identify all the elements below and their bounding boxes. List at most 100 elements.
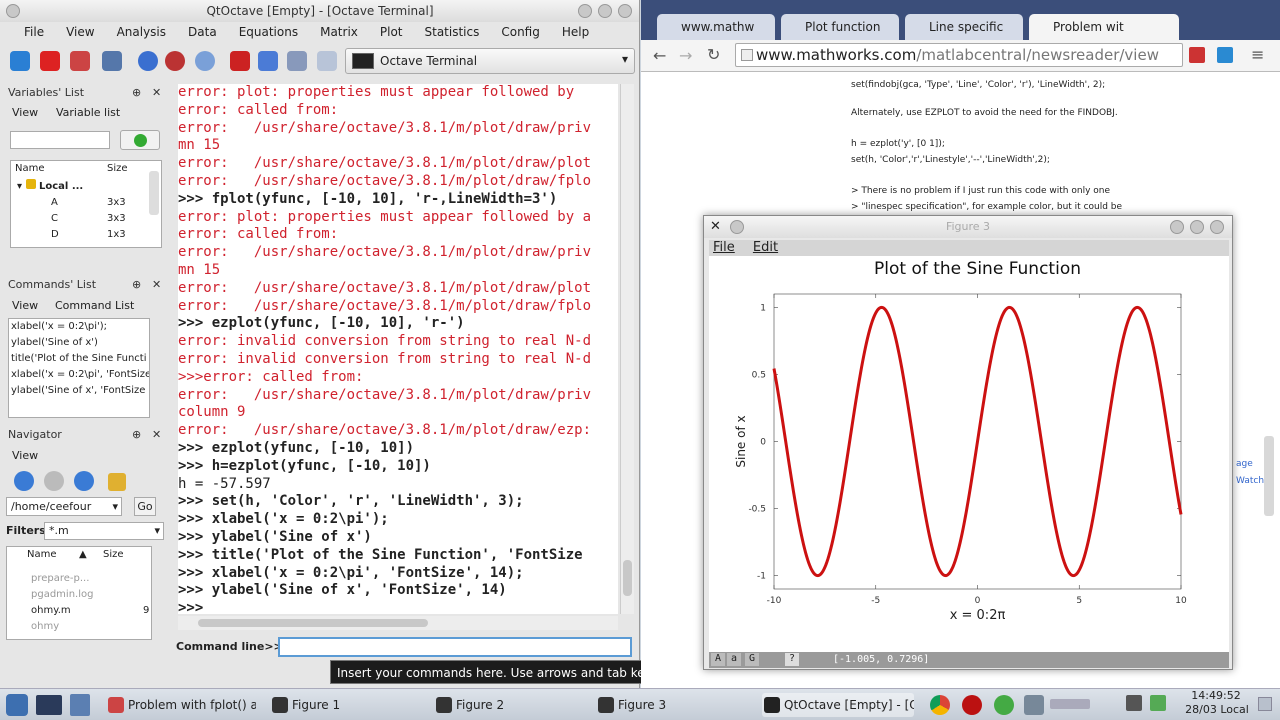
clock-time[interactable]: 14:49:52	[1186, 689, 1246, 702]
chrome-icon[interactable]	[930, 695, 950, 715]
variables-view-menu[interactable]: View	[12, 104, 38, 122]
file-item[interactable]: pgadmin.log	[31, 587, 93, 603]
forward-arrow-icon[interactable]: →	[679, 46, 692, 65]
stop-icon[interactable]	[40, 51, 60, 71]
up-icon[interactable]	[74, 471, 94, 491]
list-item[interactable]: ylabel('Sine of x', 'FontSize	[11, 383, 145, 399]
x11-icon[interactable]: ✕	[710, 219, 721, 234]
side-link[interactable]: age	[1236, 459, 1253, 469]
commands-list-menu[interactable]: Command List	[55, 297, 134, 315]
taskbar-item-figure1[interactable]: Figure 1	[270, 693, 420, 717]
table-icon[interactable]	[102, 51, 122, 71]
taskbar-item-octave[interactable]: QtOctave [Empty] - [Oc	[762, 693, 914, 717]
go-button[interactable]: Go	[134, 497, 156, 516]
tab-line-spec[interactable]: Line specific	[905, 14, 1023, 40]
menu-statistics[interactable]: Statistics	[414, 22, 491, 42]
clock-date[interactable]: 28/03 Local	[1182, 703, 1252, 716]
commands-view-menu[interactable]: View	[12, 297, 38, 315]
pin-icon[interactable]: ⊕	[132, 276, 141, 294]
taskbar-item-figure3[interactable]: Figure 3	[596, 693, 746, 717]
menu-plot[interactable]: Plot	[369, 22, 414, 42]
menu-analysis[interactable]: Analysis	[106, 22, 177, 42]
file-manager-icon[interactable]	[70, 694, 90, 716]
folder-icon[interactable]	[287, 51, 307, 71]
lifebuoy-icon[interactable]	[165, 51, 185, 71]
app-icon[interactable]	[994, 695, 1014, 715]
close-panel-icon[interactable]: ✕	[152, 426, 161, 444]
navigator-view-menu[interactable]: View	[12, 447, 38, 465]
menu-equations[interactable]: Equations	[228, 22, 309, 42]
side-link[interactable]: Watch	[1236, 476, 1264, 486]
clean-icon[interactable]	[108, 473, 126, 491]
file-item[interactable]: ohmy.m	[31, 603, 71, 619]
page-scrollbar[interactable]	[1264, 436, 1274, 516]
close-icon[interactable]	[618, 4, 632, 18]
document-icon[interactable]	[317, 51, 337, 71]
var-name[interactable]: A	[51, 195, 58, 211]
back-arrow-icon[interactable]: ←	[653, 46, 666, 65]
pin-window-icon[interactable]	[730, 220, 744, 234]
tray-icon[interactable]	[1024, 695, 1044, 715]
close-panel-icon[interactable]: ✕	[152, 84, 161, 102]
pin-icon[interactable]: ⊕	[132, 84, 141, 102]
variable-filter-input[interactable]	[10, 131, 110, 149]
tab-mathworks[interactable]: www.mathw	[657, 14, 775, 40]
menu-matrix[interactable]: Matrix	[309, 22, 369, 42]
back-icon[interactable]	[14, 471, 34, 491]
scroll-thumb[interactable]	[623, 560, 632, 596]
file-item[interactable]: prepare-p...	[31, 571, 89, 587]
scrollbar[interactable]	[149, 171, 159, 215]
volume-icon[interactable]	[1126, 695, 1142, 711]
help-icon[interactable]	[138, 51, 158, 71]
var-name[interactable]: C	[51, 211, 58, 227]
forward-icon[interactable]	[44, 471, 64, 491]
list-item[interactable]: xlabel('x = 0:2\pi');	[11, 319, 107, 335]
extension-icon[interactable]	[1189, 47, 1205, 63]
show-desktop-icon[interactable]	[36, 695, 62, 715]
autoscale-button[interactable]: A	[711, 653, 725, 666]
terminal-vscrollbar[interactable]	[620, 84, 634, 614]
help-button[interactable]: ?	[785, 653, 799, 666]
path-combo[interactable]: /home/ceefour ▾	[6, 497, 122, 516]
table-row[interactable]: ▾ Local ...	[17, 179, 83, 195]
notification-icon[interactable]	[1258, 697, 1272, 711]
pin-icon[interactable]: ⊕	[132, 426, 141, 444]
command-line-input[interactable]	[278, 637, 632, 657]
grid-button[interactable]: G	[745, 653, 759, 666]
url-field[interactable]: www.mathworks.com/matlabcentral/newsread…	[735, 43, 1183, 67]
file-item[interactable]: ohmy	[31, 619, 59, 635]
battery-icon[interactable]	[1150, 695, 1166, 711]
maximize-icon[interactable]	[598, 4, 612, 18]
list-item[interactable]: title('Plot of the Sine Functi	[11, 351, 147, 367]
figure-menu-edit[interactable]: Edit	[753, 240, 778, 255]
figure-menu-file[interactable]: File	[713, 240, 735, 255]
maximize-icon[interactable]	[1190, 220, 1204, 234]
axis-button[interactable]: a	[727, 653, 741, 666]
terminal-select[interactable]: Octave Terminal ▾	[345, 48, 635, 74]
taskbar-item-figure2[interactable]: Figure 2	[434, 693, 584, 717]
menu-view[interactable]: View	[55, 22, 105, 42]
list-icon[interactable]	[258, 51, 278, 71]
minimize-icon[interactable]	[578, 4, 592, 18]
variables-list-menu[interactable]: Variable list	[56, 104, 120, 122]
pen-icon[interactable]	[230, 51, 250, 71]
menu-help[interactable]: Help	[551, 22, 600, 42]
menu-data[interactable]: Data	[177, 22, 228, 42]
taskbar-item-browser[interactable]: Problem with fplot() and	[106, 693, 256, 717]
terminal-output[interactable]: error: plot: properties must appear foll…	[178, 84, 618, 614]
extension-icon[interactable]	[1217, 47, 1233, 63]
tab-problem[interactable]: Problem wit	[1029, 14, 1179, 40]
filter-combo[interactable]: *.m ▾	[44, 522, 164, 540]
refresh-icon[interactable]	[10, 51, 30, 71]
list-item[interactable]: ylabel('Sine of x')	[11, 335, 98, 351]
close-panel-icon[interactable]: ✕	[152, 276, 161, 294]
close-icon[interactable]	[1210, 220, 1224, 234]
list-item[interactable]: xlabel('x = 0:2\pi', 'FontSize	[11, 367, 149, 383]
app-icon[interactable]	[962, 695, 982, 715]
clear-icon[interactable]	[70, 51, 90, 71]
add-variable-button[interactable]	[120, 130, 160, 150]
var-name[interactable]: D	[51, 227, 59, 243]
minimize-icon[interactable]	[1170, 220, 1184, 234]
menu-file[interactable]: File	[0, 22, 55, 42]
hamburger-menu-icon[interactable]: ≡	[1251, 45, 1264, 64]
